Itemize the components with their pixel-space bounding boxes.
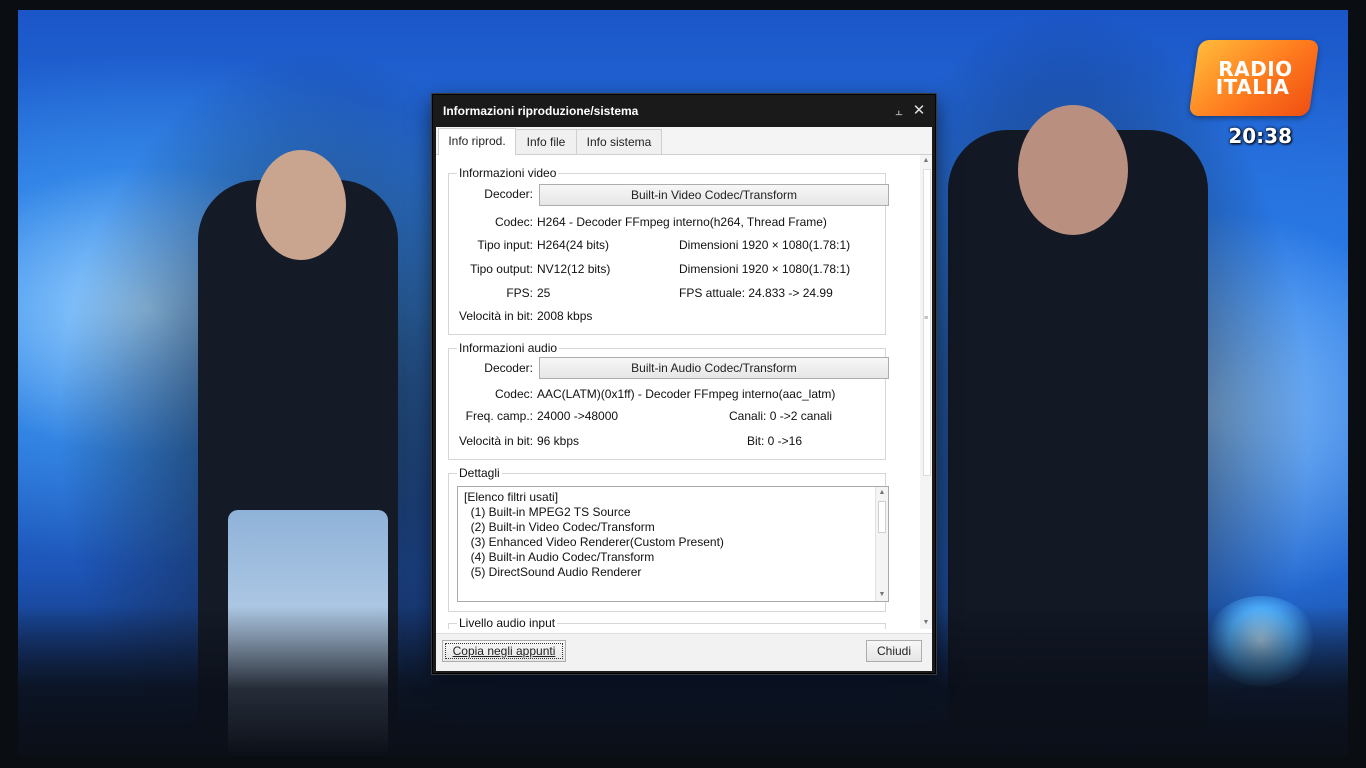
video-output-type-label: Tipo output: <box>470 262 533 276</box>
video-fps-current: FPS attuale: 24.833 -> 24.99 <box>679 286 833 300</box>
audio-decoder-button[interactable]: Built-in Audio Codec/Transform <box>539 357 889 379</box>
video-fps-label: FPS: <box>506 286 533 300</box>
video-bitrate-value: 2008 kbps <box>537 309 593 323</box>
audio-level-legend: Livello audio input <box>457 616 558 629</box>
logo-line2: ITALIA <box>1215 75 1290 99</box>
playback-info-dialog: Informazioni riproduzione/sistema ⫠ ✕ In… <box>432 94 936 674</box>
details-legend: Dettagli <box>457 466 502 480</box>
tab-playback-info[interactable]: Info riprod. <box>438 128 516 155</box>
broadcast-clock: 20:38 <box>1228 124 1292 148</box>
pin-icon[interactable]: ⫠ <box>891 103 907 119</box>
video-decoder-label: Decoder: <box>484 187 533 201</box>
video-bitrate-label: Velocità in bit: <box>459 309 534 323</box>
scroll-up-icon[interactable]: ▲ <box>920 155 932 167</box>
tab-system-info[interactable]: Info sistema <box>576 129 662 154</box>
video-fps-value: 25 <box>537 286 551 300</box>
audio-bits: Bit: 0 ->16 <box>747 434 803 448</box>
video-codec-value: H264 - Decoder FFmpeg interno(h264, Thre… <box>537 215 827 229</box>
dialog-titlebar[interactable]: Informazioni riproduzione/sistema ⫠ ✕ <box>433 95 935 127</box>
tab-file-info[interactable]: Info file <box>515 129 577 154</box>
video-input-type-value: H264(24 bits) <box>537 238 610 252</box>
audio-channels: Canali: 0 ->2 canali <box>729 409 833 423</box>
video-input-dimensions: Dimensioni 1920 × 1080(1.78:1) <box>679 238 851 252</box>
video-decoder-button[interactable]: Built-in Video Codec/Transform <box>539 184 889 206</box>
details-text: [Elenco filtri usati] (1) Built-in MPEG2… <box>464 490 724 579</box>
audio-bitrate-label: Velocità in bit: <box>459 434 534 448</box>
video-codec-label: Codec: <box>494 215 533 229</box>
audio-codec-label: Codec: <box>494 387 533 401</box>
video-info-group: Informazioni video Decoder: Built-in Vid… <box>448 166 889 335</box>
content-scrollbar[interactable]: ▲ ≡ ▼ <box>920 155 932 629</box>
video-input-type-label: Tipo input: <box>477 238 533 252</box>
copy-to-clipboard-button[interactable]: Copia negli appunti <box>442 640 566 662</box>
tab-content: Informazioni video Decoder: Built-in Vid… <box>436 155 920 629</box>
audio-bitrate-value: 96 kbps <box>537 434 580 448</box>
performer-right-head <box>1018 105 1128 235</box>
audio-level-group: Livello audio input <box>448 616 886 629</box>
details-textarea[interactable]: [Elenco filtri usati] (1) Built-in MPEG2… <box>457 486 889 602</box>
scroll-down-icon[interactable]: ▼ <box>876 589 888 601</box>
audio-info-group: Informazioni audio Decoder: Built-in Aud… <box>448 341 889 460</box>
tab-bar: Info riprod. Info file Info sistema <box>436 127 932 155</box>
dialog-client: Info riprod. Info file Info sistema Info… <box>436 127 932 671</box>
content-scroll-thumb[interactable] <box>923 169 931 476</box>
audio-freq-value: 24000 ->48000 <box>537 409 619 423</box>
video-output-type-value: NV12(12 bits) <box>537 262 611 276</box>
copy-button-label: Copia negli appunti <box>452 644 556 658</box>
performer-left-head <box>256 150 346 260</box>
close-button[interactable]: Chiudi <box>866 640 922 662</box>
dialog-title: Informazioni riproduzione/sistema <box>443 104 639 118</box>
audio-codec-value: AAC(LATM)(0x1ff) - Decoder FFmpeg intern… <box>537 387 836 401</box>
dialog-footer: Copia negli appunti Chiudi <box>436 633 932 671</box>
audio-decoder-label: Decoder: <box>484 361 533 375</box>
scroll-up-icon[interactable]: ▲ <box>876 487 888 499</box>
video-output-dimensions: Dimensioni 1920 × 1080(1.78:1) <box>679 262 851 276</box>
radio-italia-logo: RADIO ITALIA <box>1188 40 1320 116</box>
video-info-legend: Informazioni video <box>457 166 559 180</box>
scroll-down-icon[interactable]: ▼ <box>920 617 932 629</box>
audio-info-legend: Informazioni audio <box>457 341 560 355</box>
details-scrollbar[interactable]: ▲ ▼ <box>875 487 888 601</box>
audio-freq-label: Freq. camp.: <box>465 409 533 423</box>
scroll-grip-icon: ≡ <box>923 315 929 322</box>
details-scroll-thumb[interactable] <box>878 501 886 533</box>
details-group: Dettagli [Elenco filtri usati] (1) Built… <box>448 466 889 612</box>
close-icon[interactable]: ✕ <box>911 101 927 119</box>
